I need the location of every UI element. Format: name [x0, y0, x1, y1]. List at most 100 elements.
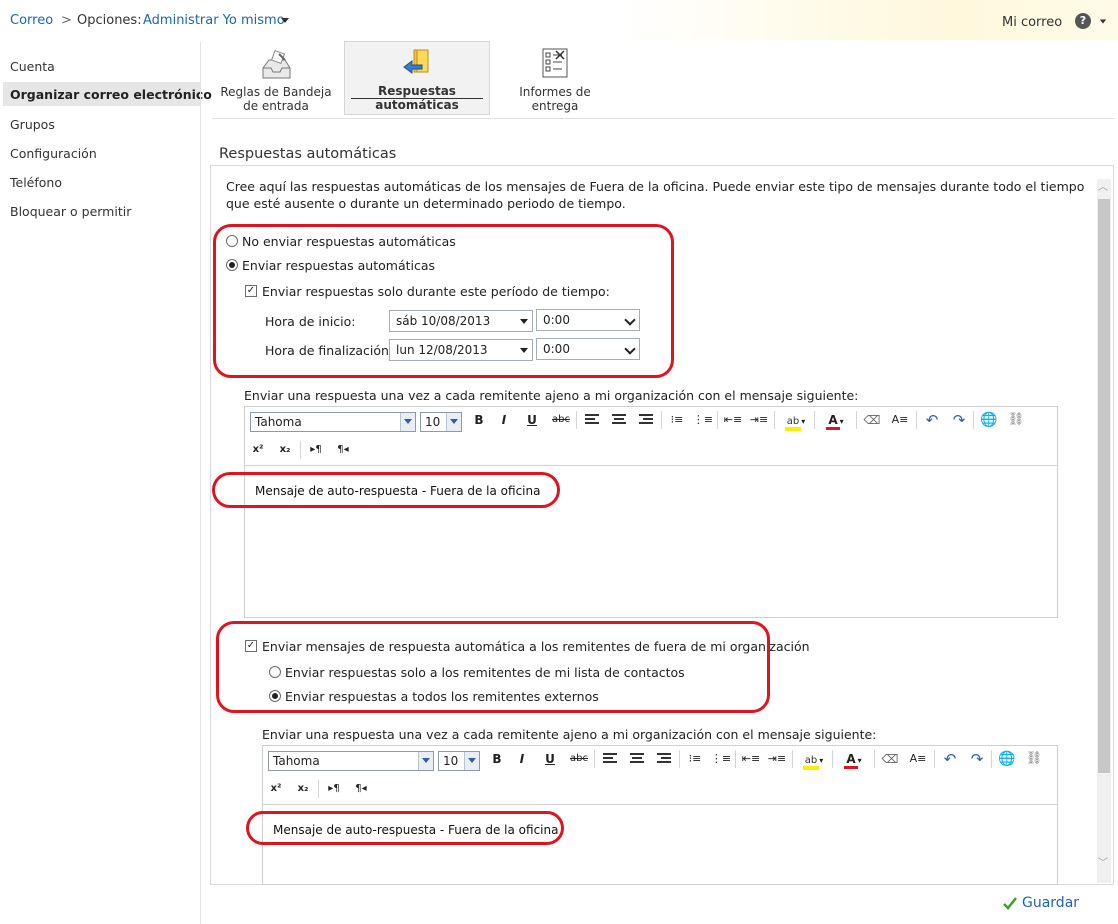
- breadcrumb-manage-dropdown[interactable]: Administrar Yo mismo: [143, 13, 285, 28]
- description-text: Cree aquí las respuestas automáticas de …: [226, 179, 1085, 211]
- align-left-icon[interactable]: [599, 749, 621, 769]
- ribbon-divider: [212, 118, 1114, 119]
- external-checkbox-label: Enviar mensajes de respuesta automática …: [262, 639, 810, 654]
- insert-link-icon[interactable]: 🌐: [978, 410, 1000, 430]
- remove-link-icon[interactable]: ⛓: [1005, 410, 1027, 430]
- scroll-up-icon[interactable]: ︿: [1098, 178, 1108, 193]
- rtl-icon[interactable]: ¶◂: [350, 779, 372, 799]
- period-label: Enviar respuestas solo durante este perí…: [262, 284, 610, 299]
- align-right-icon[interactable]: [653, 749, 675, 769]
- underline-button[interactable]: U: [539, 749, 561, 769]
- undo-icon[interactable]: ↶: [921, 410, 943, 430]
- highlight-color-button[interactable]: ab ▾: [779, 410, 811, 431]
- align-left-icon[interactable]: [581, 410, 603, 430]
- strikethrough-button[interactable]: abc: [550, 410, 572, 430]
- subscript-button[interactable]: x₂: [292, 779, 314, 799]
- sidebar-item-organize-email[interactable]: Organizar correo electrónico: [10, 87, 212, 102]
- strikethrough-button[interactable]: abc: [568, 749, 590, 769]
- radio-contacts-only[interactable]: [269, 666, 281, 678]
- external-font-select[interactable]: Tahoma: [268, 751, 434, 771]
- toolbar-separator: [856, 411, 857, 429]
- scroll-down-icon[interactable]: ﹀: [1098, 854, 1108, 869]
- undo-icon[interactable]: ↶: [939, 749, 961, 769]
- numbered-list-icon[interactable]: ⋮≡: [692, 410, 714, 430]
- font-color-button[interactable]: A ▾: [836, 749, 870, 769]
- toolbar-separator: [594, 750, 595, 768]
- internal-message-text[interactable]: Mensaje de auto-respuesta - Fuera de la …: [255, 484, 540, 498]
- superscript-button[interactable]: x²: [265, 779, 287, 799]
- redo-icon[interactable]: ↷: [966, 749, 988, 769]
- internal-size-select[interactable]: 10: [420, 412, 462, 432]
- ribbon-inbox-rules-label: Reglas de Bandeja de entrada: [220, 85, 332, 113]
- sidebar-item-groups[interactable]: Grupos: [10, 117, 55, 132]
- sidebar-item-phone[interactable]: Teléfono: [10, 175, 62, 190]
- rtl-icon[interactable]: ¶◂: [332, 440, 354, 460]
- help-icon[interactable]: ?: [1075, 13, 1091, 29]
- radio-send[interactable]: [226, 259, 238, 271]
- end-hour-value: 0:00: [543, 342, 570, 356]
- toolbar-separator: [576, 411, 577, 429]
- radio-no-send[interactable]: [226, 235, 238, 247]
- external-size-value: 10: [443, 754, 459, 768]
- help-dropdown-icon[interactable]: [1099, 19, 1107, 24]
- bullet-list-icon[interactable]: ⁝≡: [666, 410, 688, 430]
- internal-font-select[interactable]: Tahoma: [250, 412, 416, 432]
- breadcrumb-mail-link[interactable]: Correo: [10, 13, 53, 28]
- end-date-select[interactable]: lun 12/08/2013: [389, 339, 533, 361]
- toolbar-separator: [774, 411, 775, 429]
- align-right-icon[interactable]: [635, 410, 657, 430]
- sidebar-item-block-allow[interactable]: Bloquear o permitir: [10, 204, 131, 219]
- outdent-icon[interactable]: ⇤≡: [722, 410, 744, 430]
- save-button[interactable]: Guardar: [1002, 893, 1082, 915]
- chevron-down-icon[interactable]: [281, 18, 289, 23]
- toolbar-separator: [300, 441, 301, 459]
- ltr-icon[interactable]: ▸¶: [305, 440, 327, 460]
- indent-icon[interactable]: ⇥≡: [766, 749, 788, 769]
- toolbar-separator: [814, 411, 815, 429]
- toolbar-separator: [318, 780, 319, 798]
- ltr-icon[interactable]: ▸¶: [323, 779, 345, 799]
- ribbon-auto-replies[interactable]: Respuestas automáticas: [344, 41, 490, 115]
- all-external-label: Enviar respuestas a todos los remitentes…: [285, 689, 599, 704]
- start-date-select[interactable]: sáb 10/08/2013: [389, 310, 533, 332]
- contacts-only-label: Enviar respuestas solo a los remitentes …: [285, 665, 685, 680]
- underline-button[interactable]: U: [521, 410, 543, 430]
- subscript-button[interactable]: x₂: [274, 440, 296, 460]
- ribbon-inbox-rules[interactable]: Reglas de Bandeja de entrada: [212, 44, 340, 116]
- align-center-icon[interactable]: [626, 749, 648, 769]
- insert-link-icon[interactable]: 🌐: [996, 749, 1018, 769]
- font-color-button[interactable]: A ▾: [818, 410, 852, 430]
- highlight-color-button[interactable]: ab ▾: [797, 749, 829, 770]
- scrollbar-thumb[interactable]: [1098, 199, 1110, 773]
- external-size-select[interactable]: 10: [438, 751, 480, 771]
- italic-button[interactable]: I: [511, 749, 533, 769]
- italic-button[interactable]: I: [493, 410, 515, 430]
- eraser-icon[interactable]: ⌫: [879, 749, 901, 769]
- delivery-reports-icon: [542, 48, 568, 78]
- remove-link-icon[interactable]: ⛓: [1023, 749, 1045, 769]
- external-message-text[interactable]: Mensaje de auto-respuesta - Fuera de la …: [273, 823, 558, 837]
- start-hour-select[interactable]: 0:00: [536, 309, 640, 331]
- bullet-list-icon[interactable]: ⁝≡: [684, 749, 706, 769]
- end-hour-select[interactable]: 0:00: [536, 338, 640, 360]
- sidebar-item-account[interactable]: Cuenta: [10, 59, 55, 74]
- checkbox-external[interactable]: ✓: [245, 640, 257, 652]
- bold-button[interactable]: B: [468, 410, 490, 430]
- numbered-list-icon[interactable]: ⋮≡: [710, 749, 732, 769]
- bold-button[interactable]: B: [486, 749, 508, 769]
- line-spacing-icon[interactable]: A≡: [907, 749, 929, 769]
- ribbon-delivery-reports-label: Informes de entrega: [519, 85, 591, 113]
- line-spacing-icon[interactable]: A≡: [889, 410, 911, 430]
- radio-all-external[interactable]: [269, 690, 281, 702]
- outdent-icon[interactable]: ⇤≡: [740, 749, 762, 769]
- redo-icon[interactable]: ↷: [948, 410, 970, 430]
- checkbox-period[interactable]: ✓: [245, 285, 257, 297]
- eraser-icon[interactable]: ⌫: [861, 410, 883, 430]
- align-center-icon[interactable]: [608, 410, 630, 430]
- indent-icon[interactable]: ⇥≡: [748, 410, 770, 430]
- my-mail-link[interactable]: Mi correo: [1002, 15, 1062, 30]
- superscript-button[interactable]: x²: [247, 440, 269, 460]
- start-date-value: sáb 10/08/2013: [396, 314, 491, 328]
- sidebar-item-settings[interactable]: Configuración: [10, 146, 97, 161]
- ribbon-delivery-reports[interactable]: Informes de entrega: [494, 44, 616, 116]
